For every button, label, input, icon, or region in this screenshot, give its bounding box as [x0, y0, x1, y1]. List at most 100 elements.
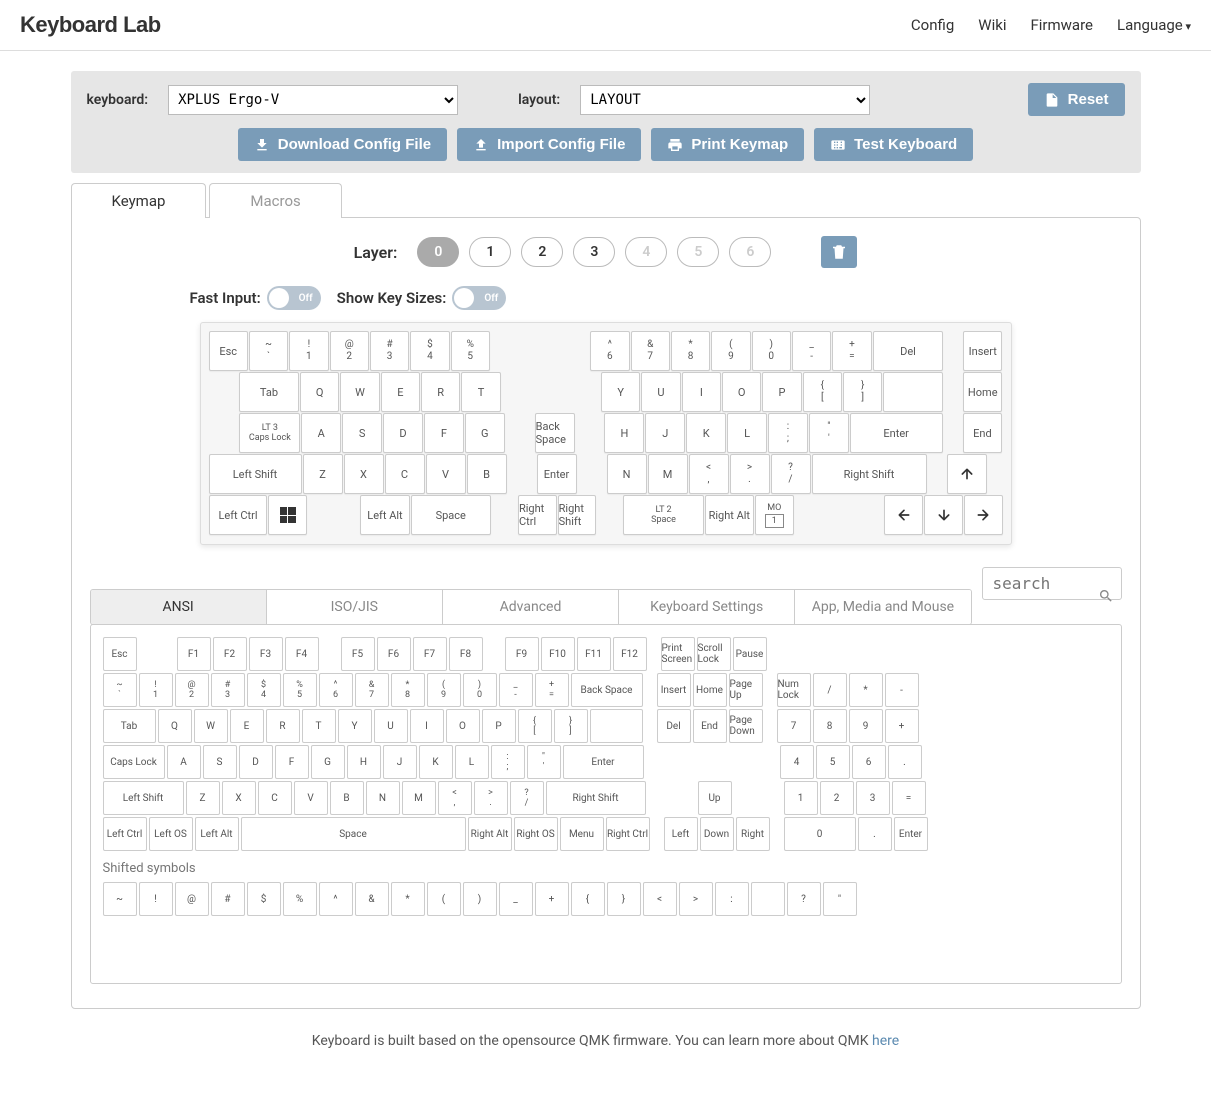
palette-key[interactable] — [590, 709, 643, 743]
palette-key[interactable]: Home — [693, 673, 727, 707]
palette-key[interactable]: 1 — [784, 781, 818, 815]
palette-key[interactable]: + — [535, 882, 569, 916]
palette-key[interactable]: Insert — [657, 673, 691, 707]
km-key[interactable]: #3 — [370, 331, 409, 371]
palette-key[interactable]: & — [355, 882, 389, 916]
palette-key[interactable]: } — [607, 882, 641, 916]
km-key[interactable]: :; — [768, 413, 808, 453]
palette-key[interactable]: !1 — [139, 673, 173, 707]
palette-key[interactable]: Right Ctrl — [606, 817, 650, 851]
palette-key[interactable]: + — [885, 709, 919, 743]
palette-key[interactable]: W — [194, 709, 228, 743]
palette-key[interactable]: Right Shift — [546, 781, 646, 815]
km-key[interactable]: V — [426, 454, 466, 494]
palette-key[interactable]: F5 — [341, 637, 375, 671]
palette-key[interactable]: F3 — [249, 637, 283, 671]
palette-key[interactable]: Pause — [733, 637, 767, 671]
palette-key[interactable]: Tab — [103, 709, 156, 743]
palette-key[interactable]: Esc — [103, 637, 137, 671]
palette-key[interactable]: (9 — [427, 673, 461, 707]
palette-key[interactable]: Enter — [894, 817, 928, 851]
nav-language[interactable]: Language — [1117, 16, 1191, 34]
palette-key[interactable]: $4 — [247, 673, 281, 707]
palette-key[interactable]: #3 — [211, 673, 245, 707]
km-key[interactable]: Left Alt — [360, 495, 409, 535]
km-key[interactable]: *8 — [671, 331, 710, 371]
palette-key[interactable]: += — [535, 673, 569, 707]
palette-key[interactable]: T — [302, 709, 336, 743]
km-arrow-left[interactable] — [884, 495, 923, 535]
palette-key[interactable]: I — [410, 709, 444, 743]
km-key[interactable]: @2 — [330, 331, 369, 371]
palette-key[interactable]: "' — [527, 745, 561, 779]
palette-key[interactable]: ^6 — [319, 673, 353, 707]
palette-key[interactable]: 3 — [856, 781, 890, 815]
palette-key[interactable]: Scroll Lock — [697, 637, 731, 671]
palette-key[interactable]: @ — [175, 882, 209, 916]
palette-key[interactable]: F11 — [577, 637, 611, 671]
palette-key[interactable]: 9 — [849, 709, 883, 743]
subtab-iso[interactable]: ISO/JIS — [267, 590, 443, 624]
km-key[interactable]: "' — [809, 413, 849, 453]
layout-select[interactable]: LAYOUT — [580, 85, 870, 115]
tab-macros[interactable]: Macros — [209, 183, 341, 218]
km-key[interactable]: M — [648, 454, 688, 494]
palette-key[interactable]: Left Alt — [195, 817, 239, 851]
keyboard-select[interactable]: XPLUS Ergo-V — [168, 85, 458, 115]
km-key[interactable]: Left Shift — [209, 454, 302, 494]
palette-key[interactable]: )0 — [463, 673, 497, 707]
palette-key[interactable]: %5 — [283, 673, 317, 707]
palette-key[interactable]: * — [391, 882, 425, 916]
palette-key[interactable]: . — [888, 745, 922, 779]
palette-key[interactable]: Left Shift — [103, 781, 184, 815]
palette-key[interactable]: Left OS — [149, 817, 193, 851]
palette-key[interactable]: ~` — [103, 673, 137, 707]
layer-2[interactable]: 2 — [521, 237, 563, 267]
km-key[interactable]: Right Ctrl — [518, 495, 557, 535]
palette-key[interactable]: V — [294, 781, 328, 815]
km-key[interactable]: Enter — [537, 454, 577, 494]
palette-key[interactable]: Page Up — [729, 673, 763, 707]
palette-key[interactable]: Right OS — [514, 817, 558, 851]
footer-qmk-link[interactable]: here — [872, 1033, 899, 1049]
palette-key[interactable]: ~ — [103, 882, 137, 916]
palette-key[interactable]: Space — [241, 817, 466, 851]
km-key[interactable]: Home — [963, 372, 1002, 412]
km-key[interactable]: K — [686, 413, 726, 453]
nav-firmware[interactable]: Firmware — [1030, 16, 1093, 34]
nav-config[interactable]: Config — [911, 16, 954, 34]
km-key[interactable]: D — [383, 413, 423, 453]
print-keymap-button[interactable]: Print Keymap — [651, 128, 804, 161]
palette-key[interactable]: { — [571, 882, 605, 916]
palette-key[interactable]: 4 — [780, 745, 814, 779]
palette-key[interactable]: # — [211, 882, 245, 916]
palette-key[interactable]: = — [892, 781, 926, 815]
palette-key[interactable]: G — [311, 745, 345, 779]
palette-key[interactable]: ? — [787, 882, 821, 916]
palette-key[interactable]: Back Space — [571, 673, 643, 707]
palette-key[interactable]: B — [330, 781, 364, 815]
palette-key[interactable]: End — [693, 709, 727, 743]
palette-key[interactable]: J — [383, 745, 417, 779]
palette-key[interactable]: F7 — [413, 637, 447, 671]
palette-key[interactable]: 6 — [852, 745, 886, 779]
km-key[interactable]: )0 — [752, 331, 791, 371]
km-key[interactable]: I — [682, 372, 721, 412]
km-key[interactable]: N — [607, 454, 647, 494]
palette-key[interactable]: / — [813, 673, 847, 707]
km-key[interactable]: C — [385, 454, 425, 494]
km-key[interactable]: Q — [300, 372, 339, 412]
palette-key[interactable]: Print Screen — [661, 637, 695, 671]
km-key[interactable]: += — [832, 331, 871, 371]
km-key[interactable]: }] — [843, 372, 882, 412]
km-key[interactable]: {[ — [803, 372, 842, 412]
km-key[interactable]: F — [424, 413, 464, 453]
km-key[interactable]: MO1 — [755, 495, 794, 535]
palette-key[interactable]: Q — [158, 709, 192, 743]
fast-input-toggle[interactable]: Off — [267, 286, 321, 310]
palette-key[interactable]: >. — [474, 781, 508, 815]
subtab-keyboard-settings[interactable]: Keyboard Settings — [619, 590, 795, 624]
km-key[interactable]: B — [467, 454, 507, 494]
palette-key[interactable]: Y — [338, 709, 372, 743]
palette-key[interactable]: F6 — [377, 637, 411, 671]
